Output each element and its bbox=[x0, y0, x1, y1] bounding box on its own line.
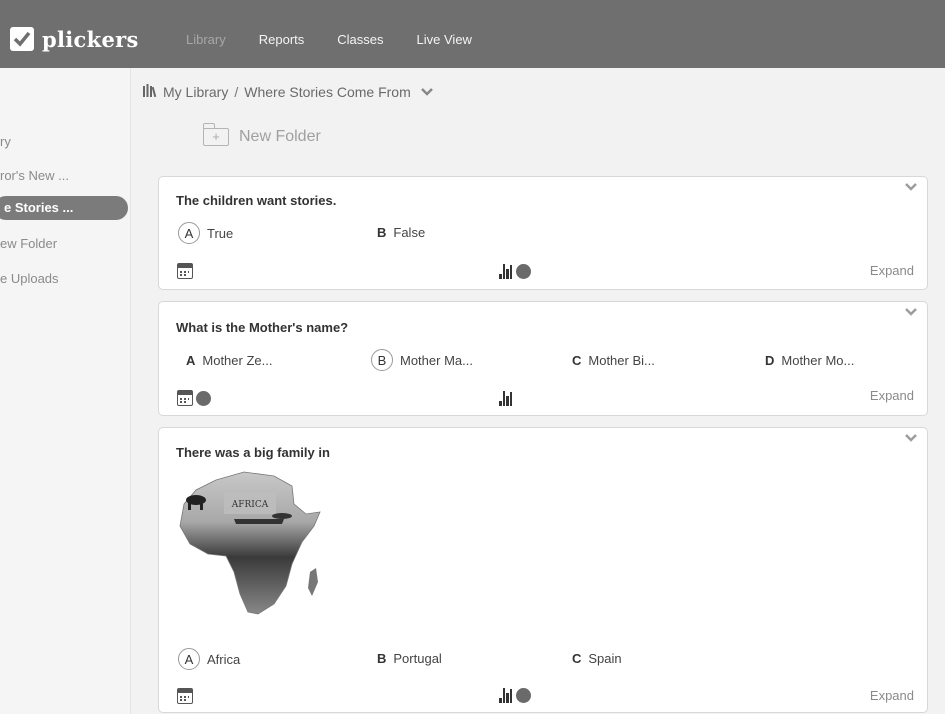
breadcrumb: My Library / Where Stories Come From bbox=[143, 84, 433, 100]
chevron-down-icon[interactable] bbox=[905, 179, 917, 194]
answer-text: False bbox=[393, 225, 426, 240]
bar-chart-icon bbox=[499, 390, 512, 406]
nav-reports[interactable]: Reports bbox=[259, 32, 305, 47]
calendar-icon bbox=[177, 390, 193, 406]
answer-text: True bbox=[207, 225, 234, 241]
nav-library[interactable]: Library bbox=[186, 32, 226, 47]
answer-text: Mother Mo... bbox=[781, 353, 855, 368]
new-folder-label: New Folder bbox=[239, 128, 321, 145]
bar-chart-icon bbox=[499, 263, 512, 279]
dot-icon bbox=[196, 390, 211, 406]
calendar-icon[interactable] bbox=[177, 263, 195, 279]
answer-a: A Africa bbox=[178, 648, 240, 670]
main-content: My Library / Where Stories Come From + N… bbox=[131, 68, 945, 714]
logo-text: plickers bbox=[42, 26, 139, 52]
folder-plus-icon: + bbox=[202, 123, 229, 146]
question-card[interactable]: The children want stories. A True B Fals… bbox=[158, 176, 928, 290]
question-text: The children want stories. bbox=[176, 193, 337, 208]
question-card[interactable]: There was a big family in AFRICA A Afric… bbox=[158, 427, 928, 713]
logo-checkbox-icon bbox=[10, 27, 34, 51]
nav-classes[interactable]: Classes bbox=[337, 32, 383, 47]
sidebar: ry ror's New ... e Stories ... ew Folder… bbox=[0, 68, 131, 714]
answer-b: B Mother Ma... bbox=[371, 349, 473, 371]
answer-letter: B bbox=[377, 225, 387, 240]
breadcrumb-root[interactable]: My Library bbox=[163, 84, 228, 100]
dot-icon bbox=[516, 264, 531, 279]
image-label: AFRICA bbox=[231, 500, 269, 510]
answer-letter: B bbox=[377, 651, 387, 666]
answer-letter-correct: A bbox=[178, 648, 200, 670]
answer-d: D Mother Mo... bbox=[765, 353, 854, 368]
answer-text: Portugal bbox=[393, 651, 442, 666]
sidebar-item-library[interactable]: ry bbox=[0, 134, 11, 149]
question-image: AFRICA bbox=[174, 464, 329, 634]
main-nav: Library Reports Classes Live View bbox=[186, 32, 505, 47]
answer-text: Mother Ze... bbox=[202, 353, 273, 368]
plickers-logo[interactable]: plickers bbox=[10, 24, 139, 54]
chevron-down-icon[interactable] bbox=[905, 304, 917, 319]
new-folder-button[interactable]: + New Folder bbox=[202, 123, 321, 146]
sidebar-item-uploads[interactable]: e Uploads bbox=[0, 271, 59, 286]
answer-a: A Mother Ze... bbox=[186, 353, 272, 368]
expand-button[interactable]: Expand bbox=[870, 688, 914, 703]
answer-c: C Mother Bi... bbox=[572, 353, 655, 368]
answer-letter: C bbox=[572, 353, 582, 368]
calendar-group[interactable] bbox=[177, 390, 217, 406]
answer-letter-correct: A bbox=[178, 222, 200, 244]
breadcrumb-current: Where Stories Come From bbox=[244, 84, 411, 100]
nav-live-view[interactable]: Live View bbox=[417, 32, 472, 47]
question-text: What is the Mother's name? bbox=[176, 320, 349, 335]
stats-group[interactable] bbox=[499, 390, 512, 406]
question-card[interactable]: What is the Mother's name? A Mother Ze..… bbox=[158, 301, 928, 416]
answer-text: Spain bbox=[588, 651, 622, 666]
top-nav-bar: plickers Library Reports Classes Live Vi… bbox=[0, 0, 945, 68]
stats-group[interactable] bbox=[499, 687, 531, 703]
answer-c: C Spain bbox=[572, 651, 622, 666]
answer-text: Mother Ma... bbox=[400, 352, 473, 368]
expand-button[interactable]: Expand bbox=[870, 388, 914, 403]
answer-letter: C bbox=[572, 651, 582, 666]
breadcrumb-separator: / bbox=[234, 84, 239, 100]
question-text: There was a big family in bbox=[176, 445, 330, 460]
bar-chart-icon bbox=[499, 687, 512, 703]
answer-text: Africa bbox=[207, 651, 241, 667]
answer-letter-correct: B bbox=[371, 349, 393, 371]
sidebar-item-new-folder[interactable]: ew Folder bbox=[0, 236, 57, 251]
chevron-down-icon[interactable] bbox=[420, 85, 433, 99]
answer-letter: D bbox=[765, 353, 775, 368]
answer-b: B False bbox=[377, 225, 425, 240]
answer-text: Mother Bi... bbox=[588, 353, 655, 368]
library-icon bbox=[143, 84, 157, 100]
answer-b: B Portugal bbox=[377, 651, 442, 666]
expand-button[interactable]: Expand bbox=[870, 263, 914, 278]
sidebar-item-selected-folder[interactable]: e Stories ... bbox=[0, 196, 128, 220]
stats-group[interactable] bbox=[499, 263, 531, 279]
dot-icon bbox=[516, 688, 531, 703]
answer-letter: A bbox=[186, 353, 196, 368]
answer-a: A True bbox=[178, 222, 233, 244]
calendar-icon[interactable] bbox=[177, 688, 195, 704]
sidebar-item-folder[interactable]: ror's New ... bbox=[0, 168, 69, 183]
chevron-down-icon[interactable] bbox=[905, 430, 917, 445]
